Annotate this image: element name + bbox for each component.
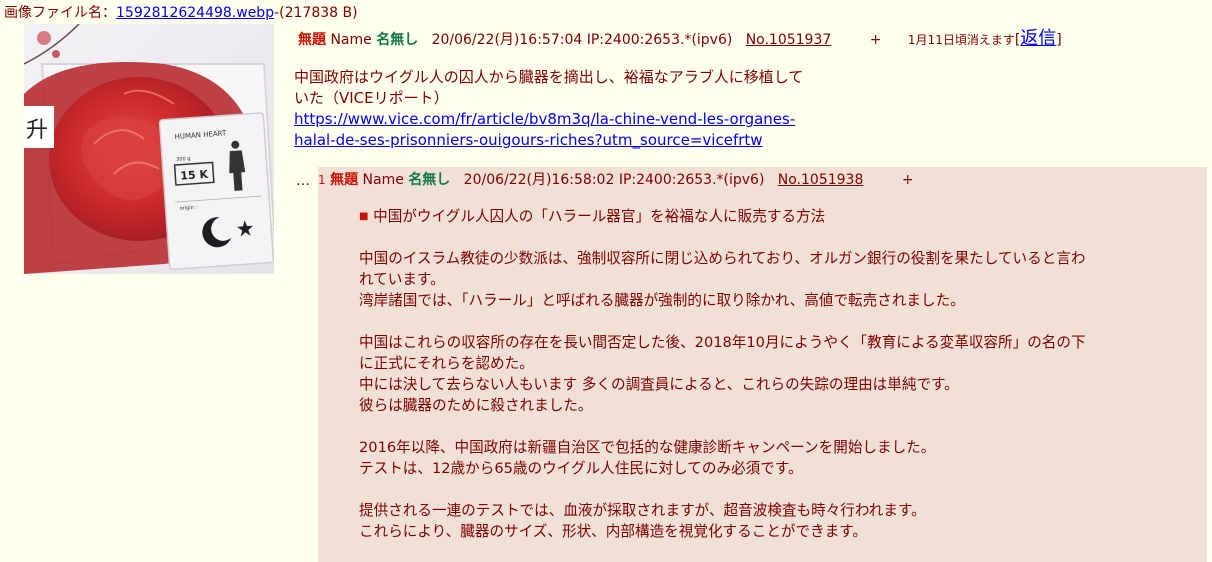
post-thumbnail-image[interactable]: 升 HUMAN HEART 300 g 15 K origin : [24, 24, 274, 274]
op-post-header: 無題 Name 名無し 20/06/22(月)16:57:04 IP:2400:… [298, 28, 1062, 49]
reply-line: 中には決して去らない人もいます 多くの調査員によると、これらの失踪の理由は単純で… [359, 376, 959, 393]
reply-post-header: 1 無題 Name 名無し 20/06/22(月)16:58:02 IP:240… [318, 170, 914, 190]
reply-post-number[interactable]: No.1051938 [778, 172, 864, 188]
reply-name-label: Name [362, 172, 404, 188]
reply-line [359, 311, 1171, 332]
square-bullet-icon: ■ [359, 211, 369, 222]
reply-datetime: 20/06/22(月)16:58:02 [463, 172, 615, 188]
reply-ip: IP:2400:2653.*(ipv6) [618, 172, 765, 188]
op-article-link-cont[interactable]: halal-de-ses-prisonniers-ouigours-riches… [294, 131, 763, 149]
op-reply-link[interactable]: 返信 [1020, 28, 1056, 49]
reply-index: 1 [318, 173, 326, 187]
op-name-label: Name [330, 32, 372, 48]
thumbnail-badge-char: 升 [26, 118, 48, 143]
reply-line: 湾岸諸国では、「ハラール」と呼ばれる臓器が強制的に取り除かれ、高値で転売されまし… [359, 292, 965, 309]
file-info: 画像ファイル名：1592812624498.webp-(217838 B) [4, 4, 358, 22]
reply-line: これらにより、臓器のサイズ、形状、内部構造を視覚化することができます。 [359, 523, 868, 540]
reply-line: 中国のイスラム教徒の少数派は、強制収容所に閉じ込められており、オルガン銀行の役割… [359, 250, 1086, 267]
op-datetime: 20/06/22(月)16:57:04 [431, 32, 583, 48]
op-post-number[interactable]: No.1051937 [746, 32, 832, 48]
op-subject: 無題 [298, 32, 326, 48]
reply-line: 中国はこれらの収容所の存在を長い間否定した後、2018年10月にようやく「教育に… [359, 334, 1086, 351]
reply-line: に正式にそれらを認めた。 [359, 355, 534, 372]
reply-line: 彼らは臓器のために殺されました。 [359, 397, 593, 414]
op-body-line: いた（VICEリポート） [294, 89, 449, 107]
reply-line: テストは、12歳から65歳のウイグル人住民に対してのみ必須です。 [359, 460, 803, 477]
reply-line: 2016年以降、中国政府は新疆自治区で包括的な健康診断キャンペーンを開始しました… [359, 439, 936, 456]
op-ip: IP:2400:2653.*(ipv6) [586, 32, 733, 48]
op-poster-name: 名無し [376, 32, 419, 48]
op-expiry-text: 1月11日頃消えます [907, 33, 1015, 47]
reply-line [359, 416, 1171, 437]
file-size: -(217838 B) [274, 5, 358, 21]
op-plus-button[interactable]: + [870, 32, 882, 48]
op-body-line: 中国政府はウイグル人の囚人から臓器を摘出し、裕福なアラブ人に移植して [294, 68, 804, 86]
reply-plus-button[interactable]: + [902, 172, 914, 188]
reply-line: 提供される一連のテストでは、血液が採取されますが、超音波検査も時々行われます。 [359, 502, 926, 519]
reply-subject: 無題 [330, 172, 359, 188]
file-label: 画像ファイル名： [4, 5, 116, 21]
reply-line: れています。 [359, 271, 445, 288]
file-name-link[interactable]: 1592812624498.webp [116, 5, 274, 21]
reply-heading: 中国がウイグル人囚人の「ハラール器官」を裕福な人に販売する方法 [373, 208, 826, 225]
card-origin: origin : [179, 205, 197, 212]
reply-indent-dots: … [296, 173, 310, 189]
op-article-link[interactable]: https://www.vice.com/fr/article/bv8m3q/l… [294, 110, 795, 128]
reply-line [359, 479, 1171, 500]
reply-line [359, 227, 1171, 248]
op-post-body: 中国政府はウイグル人の囚人から臓器を摘出し、裕福なアラブ人に移植して いた（VI… [294, 67, 854, 151]
card-weight: 300 g [176, 156, 191, 163]
thumbnail-illustration: 升 HUMAN HEART 300 g 15 K origin : [24, 24, 274, 274]
reply-post: 1 無題 Name 名無し 20/06/22(月)16:58:02 IP:240… [318, 167, 1207, 562]
reply-poster-name: 名無し [408, 172, 451, 188]
card-price: 15 K [180, 168, 209, 183]
reply-post-body: ■ 中国がウイグル人囚人の「ハラール器官」を裕福な人に販売する方法 中国のイスラ… [359, 206, 1171, 542]
